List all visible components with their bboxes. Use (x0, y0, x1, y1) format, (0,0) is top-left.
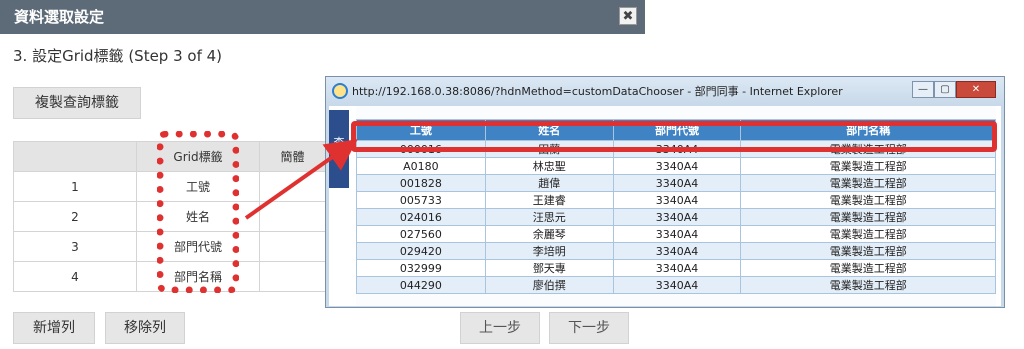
grid-cell-dept-code[interactable]: 3340A4 (612, 208, 742, 226)
grid-cell-dept-code[interactable]: 3340A4 (612, 140, 742, 158)
grid-header-employee-id[interactable]: 工號 (356, 119, 486, 141)
grid-cell-name[interactable]: 余麗琴 (484, 225, 614, 243)
grid-row[interactable]: 024016 汪思元 3340A4 電業製造工程部 (356, 208, 996, 226)
row-number: 2 (13, 201, 137, 232)
grid-row[interactable]: 044290 廖伯撰 3340A4 電業製造工程部 (356, 276, 996, 294)
grid-cell-dept-code[interactable]: 3340A4 (612, 157, 742, 175)
grid-cell-employee-id[interactable]: 000016 (356, 140, 486, 158)
grid-cell-name[interactable]: 林忠聖 (484, 157, 614, 175)
ie-content-area: 查 工號 姓名 部門代號 部門名稱 000016 田蘭 3340A4 電業製造工程部 A… (329, 106, 1001, 306)
grid-cell-name[interactable]: 田蘭 (484, 140, 614, 158)
ie-window-title: http://192.168.0.38:8086/?hdnMethod=cust… (352, 85, 843, 98)
grid-row[interactable]: 027560 余麗琴 3340A4 電業製造工程部 (356, 225, 996, 243)
grid-label-table: Grid標籤 簡體 1 工號 2 姓名 3 部門代號 4 部門名稱 (13, 141, 326, 292)
add-row-button[interactable]: 新增列 (13, 312, 95, 344)
col-header-simplified: 簡體 (259, 141, 326, 172)
row-number: 3 (13, 231, 137, 262)
grid-cell-dept-name[interactable]: 電業製造工程部 (740, 276, 996, 294)
grid-cell-name[interactable]: 鄧天專 (484, 259, 614, 277)
grid-cell-name[interactable]: 趙偉 (484, 174, 614, 192)
grid-cell-dept-code[interactable]: 3340A4 (612, 259, 742, 277)
row-grid-label[interactable]: 姓名 (136, 201, 260, 232)
grid-row[interactable]: 032999 鄧天專 3340A4 電業製造工程部 (356, 259, 996, 277)
internet-explorer-icon (332, 83, 348, 99)
grid-cell-employee-id[interactable]: 005733 (356, 191, 486, 209)
query-side-tab[interactable]: 查 (329, 110, 349, 188)
grid-cell-employee-id[interactable]: 032999 (356, 259, 486, 277)
grid-cell-dept-name[interactable]: 電業製造工程部 (740, 191, 996, 209)
dialog-title-bar: 資料選取設定 (0, 0, 645, 34)
grid-cell-employee-id[interactable]: 044290 (356, 276, 486, 294)
copy-query-labels-button[interactable]: 複製查詢標籤 (13, 87, 141, 119)
maximize-icon[interactable]: ▢ (934, 81, 956, 98)
previous-step-button[interactable]: 上一步 (460, 312, 540, 344)
col-header-index (13, 141, 137, 172)
grid-cell-dept-name[interactable]: 電業製造工程部 (740, 140, 996, 158)
grid-row[interactable]: 001828 趙偉 3340A4 電業製造工程部 (356, 174, 996, 192)
grid-row[interactable]: 005733 王建睿 3340A4 電業製造工程部 (356, 191, 996, 209)
col-header-grid-label: Grid標籤 (136, 141, 260, 172)
grid-cell-name[interactable]: 廖伯撰 (484, 276, 614, 294)
table-row[interactable]: 4 部門名稱 (13, 261, 326, 292)
grid-cell-dept-name[interactable]: 電業製造工程部 (740, 157, 996, 175)
grid-row[interactable]: 029420 李培明 3340A4 電業製造工程部 (356, 242, 996, 260)
grid-header-dept-name[interactable]: 部門名稱 (740, 119, 996, 141)
grid-cell-dept-name[interactable]: 電業製造工程部 (740, 225, 996, 243)
grid-cell-dept-name[interactable]: 電業製造工程部 (740, 208, 996, 226)
next-step-button[interactable]: 下一步 (549, 312, 629, 344)
step-heading: 3. 設定Grid標籤 (Step 3 of 4) (13, 47, 223, 65)
table-row[interactable]: 2 姓名 (13, 201, 326, 232)
grid-cell-dept-code[interactable]: 3340A4 (612, 276, 742, 294)
grid-cell-dept-name[interactable]: 電業製造工程部 (740, 174, 996, 192)
dialog-close-icon[interactable]: ✖ (619, 7, 637, 25)
row-simplified[interactable] (259, 171, 326, 202)
grid-header-dept-code[interactable]: 部門代號 (612, 119, 742, 141)
remove-row-button[interactable]: 移除列 (105, 312, 185, 344)
grid-row[interactable]: A0180 林忠聖 3340A4 電業製造工程部 (356, 157, 996, 175)
minimize-icon[interactable]: — (912, 81, 934, 98)
row-number: 4 (13, 261, 137, 292)
grid-cell-dept-code[interactable]: 3340A4 (612, 242, 742, 260)
row-grid-label[interactable]: 部門名稱 (136, 261, 260, 292)
grid-cell-employee-id[interactable]: 001828 (356, 174, 486, 192)
grid-cell-name[interactable]: 汪思元 (484, 208, 614, 226)
ie-popup-window: http://192.168.0.38:8086/?hdnMethod=cust… (325, 76, 1005, 308)
grid-cell-dept-code[interactable]: 3340A4 (612, 174, 742, 192)
grid-cell-name[interactable]: 李培明 (484, 242, 614, 260)
data-grid-container: 工號 姓名 部門代號 部門名稱 000016 田蘭 3340A4 電業製造工程部 A01… (356, 106, 996, 306)
row-simplified[interactable] (259, 231, 326, 262)
grid-cell-employee-id[interactable]: 029420 (356, 242, 486, 260)
row-simplified[interactable] (259, 201, 326, 232)
row-number: 1 (13, 171, 137, 202)
row-simplified[interactable] (259, 261, 326, 292)
dialog-title: 資料選取設定 (14, 8, 105, 26)
row-grid-label[interactable]: 部門代號 (136, 231, 260, 262)
table-row[interactable]: 1 工號 (13, 171, 326, 202)
grid-cell-dept-name[interactable]: 電業製造工程部 (740, 259, 996, 277)
grid-cell-employee-id[interactable]: 024016 (356, 208, 486, 226)
table-row[interactable]: 3 部門代號 (13, 231, 326, 262)
grid-cell-employee-id[interactable]: A0180 (356, 157, 486, 175)
ie-title-bar: http://192.168.0.38:8086/?hdnMethod=cust… (326, 77, 1004, 105)
grid-cell-name[interactable]: 王建睿 (484, 191, 614, 209)
grid-header-name[interactable]: 姓名 (484, 119, 614, 141)
window-close-icon[interactable]: ✕ (956, 81, 996, 98)
data-grid: 工號 姓名 部門代號 部門名稱 000016 田蘭 3340A4 電業製造工程部 A01… (356, 119, 996, 294)
grid-cell-dept-name[interactable]: 電業製造工程部 (740, 242, 996, 260)
grid-cell-employee-id[interactable]: 027560 (356, 225, 486, 243)
row-grid-label[interactable]: 工號 (136, 171, 260, 202)
grid-cell-dept-code[interactable]: 3340A4 (612, 191, 742, 209)
grid-cell-dept-code[interactable]: 3340A4 (612, 225, 742, 243)
grid-row[interactable]: 000016 田蘭 3340A4 電業製造工程部 (356, 140, 996, 158)
